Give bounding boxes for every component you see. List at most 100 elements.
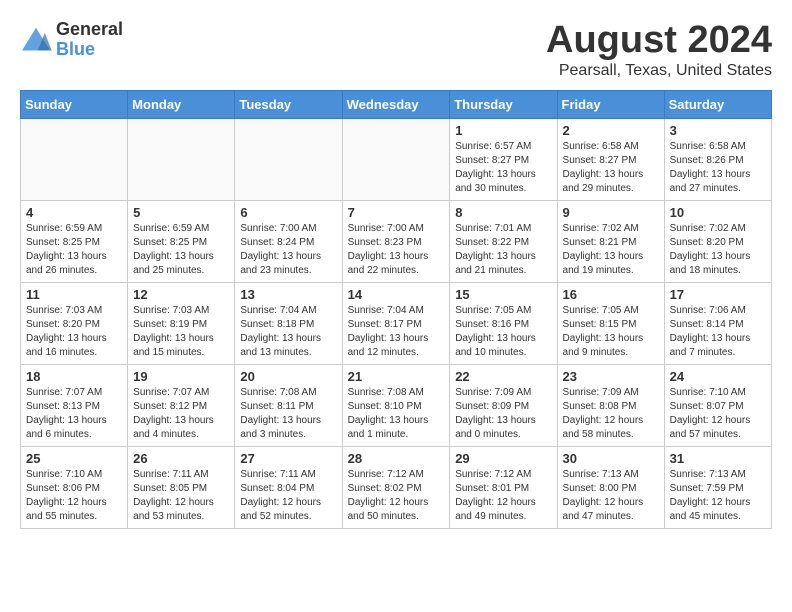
- day-number: 27: [240, 451, 336, 466]
- day-info: Sunrise: 7:00 AMSunset: 8:24 PMDaylight:…: [240, 222, 336, 278]
- main-title: August 2024: [546, 20, 772, 62]
- weekday-header: Tuesday: [235, 90, 342, 118]
- day-info: Sunrise: 7:07 AMSunset: 8:13 PMDaylight:…: [26, 386, 122, 442]
- day-number: 26: [133, 451, 229, 466]
- day-info: Sunrise: 7:05 AMSunset: 8:16 PMDaylight:…: [455, 304, 551, 360]
- day-info: Sunrise: 7:02 AMSunset: 8:20 PMDaylight:…: [670, 222, 766, 278]
- day-number: 24: [670, 369, 766, 384]
- day-info: Sunrise: 6:59 AMSunset: 8:25 PMDaylight:…: [26, 222, 122, 278]
- day-number: 19: [133, 369, 229, 384]
- calendar-day-cell: 24 Sunrise: 7:10 AMSunset: 8:07 PMDayligh…: [664, 364, 771, 446]
- calendar-day-cell: 14Sunrise: 7:04 AMSunset: 8:17 PMDayligh…: [342, 282, 450, 364]
- day-info: Sunrise: 7:05 AMSunset: 8:15 PMDaylight:…: [563, 304, 659, 360]
- calendar-week-row: 25Sunrise: 7:10 AMSunset: 8:06 PMDayligh…: [21, 446, 772, 528]
- logo-text: General Blue: [56, 20, 123, 60]
- calendar-day-cell: 10 Sunrise: 7:02 AMSunset: 8:20 PMDayligh…: [664, 200, 771, 282]
- calendar-day-cell: 8 Sunrise: 7:01 AMSunset: 8:22 PMDaylight…: [450, 200, 557, 282]
- day-info: Sunrise: 7:04 AMSunset: 8:17 PMDaylight:…: [348, 304, 445, 360]
- logo-icon: [20, 26, 52, 54]
- calendar-day-cell: 1 Sunrise: 6:57 AMSunset: 8:27 PMDaylight…: [450, 118, 557, 200]
- day-info: Sunrise: 7:08 AMSunset: 8:11 PMDaylight:…: [240, 386, 336, 442]
- calendar-day-cell: 6 Sunrise: 7:00 AMSunset: 8:24 PMDaylight…: [235, 200, 342, 282]
- day-number: 28: [348, 451, 445, 466]
- day-info: Sunrise: 7:09 AMSunset: 8:08 PMDaylight:…: [563, 386, 659, 442]
- day-info: Sunrise: 6:59 AMSunset: 8:25 PMDaylight:…: [133, 222, 229, 278]
- weekday-header: Sunday: [21, 90, 128, 118]
- subtitle: Pearsall, Texas, United States: [546, 62, 772, 80]
- calendar-day-cell: 2 Sunrise: 6:58 AMSunset: 8:27 PMDaylight…: [557, 118, 664, 200]
- calendar-day-cell: 22Sunrise: 7:09 AMSunset: 8:09 PMDayligh…: [450, 364, 557, 446]
- day-info: Sunrise: 6:57 AMSunset: 8:27 PMDaylight:…: [455, 140, 551, 196]
- day-number: 23: [563, 369, 659, 384]
- calendar-day-cell: 9 Sunrise: 7:02 AMSunset: 8:21 PMDaylight…: [557, 200, 664, 282]
- day-info: Sunrise: 7:09 AMSunset: 8:09 PMDaylight:…: [455, 386, 551, 442]
- calendar-day-cell: 5Sunrise: 6:59 AMSunset: 8:25 PMDaylight…: [128, 200, 235, 282]
- calendar-day-cell: 21Sunrise: 7:08 AMSunset: 8:10 PMDayligh…: [342, 364, 450, 446]
- day-number: 1: [455, 123, 551, 138]
- day-info: Sunrise: 7:08 AMSunset: 8:10 PMDaylight:…: [348, 386, 445, 442]
- day-number: 8: [455, 205, 551, 220]
- day-number: 16: [563, 287, 659, 302]
- day-number: 2: [563, 123, 659, 138]
- weekday-header: Thursday: [450, 90, 557, 118]
- calendar-day-cell: [21, 118, 128, 200]
- calendar-week-row: 1 Sunrise: 6:57 AMSunset: 8:27 PMDaylight…: [21, 118, 772, 200]
- calendar-day-cell: 4 Sunrise: 6:59 AMSunset: 8:25 PMDaylight…: [21, 200, 128, 282]
- calendar-day-cell: [342, 118, 450, 200]
- weekday-header: Friday: [557, 90, 664, 118]
- day-info: Sunrise: 7:11 AMSunset: 8:05 PMDaylight:…: [133, 468, 229, 524]
- day-number: 20: [240, 369, 336, 384]
- day-info: Sunrise: 7:03 AMSunset: 8:20 PMDaylight:…: [26, 304, 122, 360]
- day-number: 30: [563, 451, 659, 466]
- logo-general: General: [56, 20, 123, 40]
- day-number: 15: [455, 287, 551, 302]
- day-number: 7: [348, 205, 445, 220]
- calendar-day-cell: 15 Sunrise: 7:05 AMSunset: 8:16 PMDayligh…: [450, 282, 557, 364]
- calendar-day-cell: 3 Sunrise: 6:58 AMSunset: 8:26 PMDaylight…: [664, 118, 771, 200]
- day-info: Sunrise: 7:01 AMSunset: 8:22 PMDaylight:…: [455, 222, 551, 278]
- page-header: General Blue August 2024 Pearsall, Texas…: [20, 20, 772, 80]
- day-number: 9: [563, 205, 659, 220]
- day-info: Sunrise: 6:58 AMSunset: 8:27 PMDaylight:…: [563, 140, 659, 196]
- day-number: 11: [26, 287, 122, 302]
- calendar: SundayMondayTuesdayWednesdayThursdayFrid…: [20, 90, 772, 529]
- day-info: Sunrise: 7:04 AMSunset: 8:18 PMDaylight:…: [240, 304, 336, 360]
- calendar-day-cell: 19Sunrise: 7:07 AMSunset: 8:12 PMDayligh…: [128, 364, 235, 446]
- calendar-day-cell: 13 Sunrise: 7:04 AMSunset: 8:18 PMDayligh…: [235, 282, 342, 364]
- day-info: Sunrise: 7:10 AMSunset: 8:07 PMDaylight:…: [670, 386, 766, 442]
- calendar-day-cell: 29 Sunrise: 7:12 AMSunset: 8:01 PMDayligh…: [450, 446, 557, 528]
- day-number: 18: [26, 369, 122, 384]
- weekday-header-row: SundayMondayTuesdayWednesdayThursdayFrid…: [21, 90, 772, 118]
- logo: General Blue: [20, 20, 123, 60]
- day-number: 29: [455, 451, 551, 466]
- calendar-day-cell: [235, 118, 342, 200]
- logo-blue: Blue: [56, 40, 123, 60]
- day-number: 4: [26, 205, 122, 220]
- day-info: Sunrise: 7:06 AMSunset: 8:14 PMDaylight:…: [670, 304, 766, 360]
- calendar-week-row: 11 Sunrise: 7:03 AMSunset: 8:20 PMDayligh…: [21, 282, 772, 364]
- day-number: 31: [670, 451, 766, 466]
- calendar-day-cell: [128, 118, 235, 200]
- day-number: 13: [240, 287, 336, 302]
- day-info: Sunrise: 7:13 AMSunset: 8:00 PMDaylight:…: [563, 468, 659, 524]
- calendar-day-cell: 25Sunrise: 7:10 AMSunset: 8:06 PMDayligh…: [21, 446, 128, 528]
- calendar-day-cell: 20 Sunrise: 7:08 AMSunset: 8:11 PMDayligh…: [235, 364, 342, 446]
- day-info: Sunrise: 7:13 AMSunset: 7:59 PMDaylight:…: [670, 468, 766, 524]
- day-info: Sunrise: 7:03 AMSunset: 8:19 PMDaylight:…: [133, 304, 229, 360]
- day-number: 12: [133, 287, 229, 302]
- day-info: Sunrise: 6:58 AMSunset: 8:26 PMDaylight:…: [670, 140, 766, 196]
- day-number: 3: [670, 123, 766, 138]
- calendar-day-cell: 31 Sunrise: 7:13 AMSunset: 7:59 PMDayligh…: [664, 446, 771, 528]
- weekday-header: Saturday: [664, 90, 771, 118]
- calendar-day-cell: 17Sunrise: 7:06 AMSunset: 8:14 PMDayligh…: [664, 282, 771, 364]
- calendar-week-row: 18 Sunrise: 7:07 AMSunset: 8:13 PMDayligh…: [21, 364, 772, 446]
- calendar-day-cell: 16 Sunrise: 7:05 AMSunset: 8:15 PMDayligh…: [557, 282, 664, 364]
- day-info: Sunrise: 7:12 AMSunset: 8:01 PMDaylight:…: [455, 468, 551, 524]
- day-number: 6: [240, 205, 336, 220]
- weekday-header: Monday: [128, 90, 235, 118]
- calendar-day-cell: 27Sunrise: 7:11 AMSunset: 8:04 PMDayligh…: [235, 446, 342, 528]
- day-number: 10: [670, 205, 766, 220]
- day-number: 25: [26, 451, 122, 466]
- calendar-day-cell: 12 Sunrise: 7:03 AMSunset: 8:19 PMDayligh…: [128, 282, 235, 364]
- day-info: Sunrise: 7:02 AMSunset: 8:21 PMDaylight:…: [563, 222, 659, 278]
